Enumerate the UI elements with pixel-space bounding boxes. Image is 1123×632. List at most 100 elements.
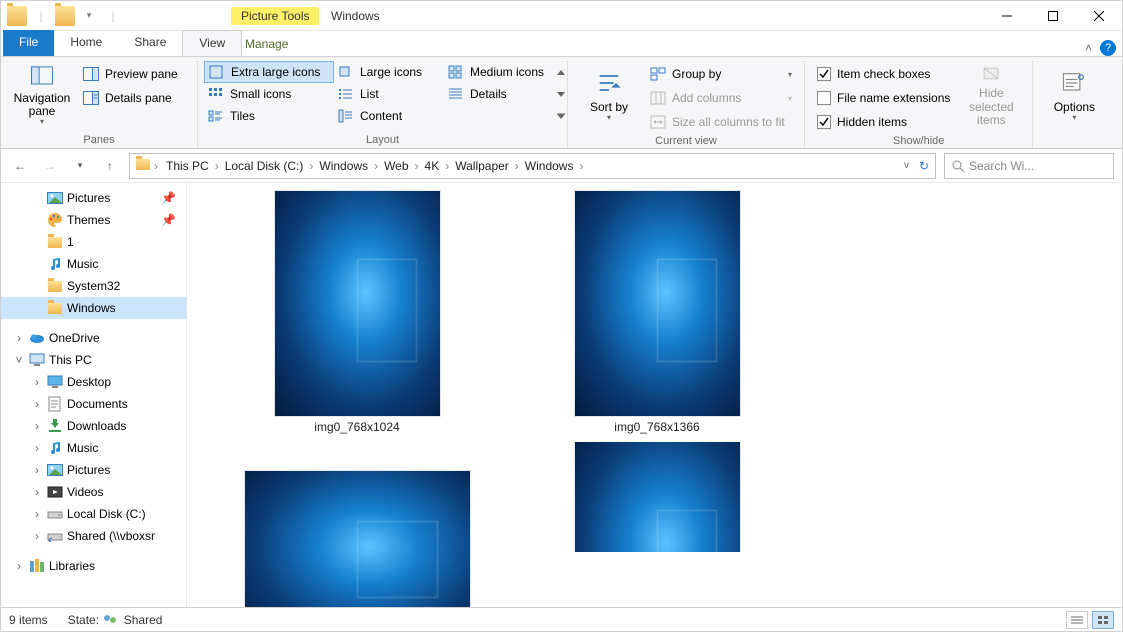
tree-item[interactable]: ›Music — [1, 437, 186, 459]
breadcrumb-segment[interactable]: Windows — [315, 157, 372, 175]
file-extensions-toggle[interactable]: File name extensions — [813, 87, 954, 109]
maximize-button[interactable] — [1030, 1, 1076, 31]
chevron-right-icon[interactable]: › — [213, 159, 221, 173]
breadcrumb-segment[interactable]: 4K — [421, 157, 444, 175]
share-tab[interactable]: Share — [118, 30, 182, 56]
breadcrumb-segment[interactable]: Wallpaper — [451, 157, 513, 175]
navigation-pane-button[interactable]: Navigation pane ▾ — [7, 61, 77, 131]
wallpaper-image — [275, 191, 440, 416]
thumbnails-view-toggle[interactable] — [1092, 611, 1114, 629]
home-tab[interactable]: Home — [54, 30, 118, 56]
minimize-button[interactable] — [984, 1, 1030, 31]
expander-icon[interactable]: › — [13, 331, 25, 345]
details-view-button[interactable]: Details — [444, 83, 554, 105]
expander-icon[interactable]: › — [31, 529, 43, 543]
file-item[interactable]: img0_1024x768 — [207, 442, 507, 607]
content-button[interactable]: Content — [334, 105, 444, 127]
tree-item[interactable]: Pictures📌 — [1, 187, 186, 209]
hidden-items-toggle[interactable]: Hidden items — [813, 111, 954, 133]
item-checkboxes-toggle[interactable]: Item check boxes — [813, 63, 954, 85]
tree-item[interactable]: 1 — [1, 231, 186, 253]
manage-tab[interactable]: Manage — [231, 32, 302, 56]
chevron-right-icon[interactable]: › — [413, 159, 421, 173]
file-item[interactable] — [507, 442, 807, 552]
address-bar[interactable]: › This PC›Local Disk (C:)›Windows›Web›4K… — [129, 153, 936, 179]
quick-access-toolbar: | ▾ | — [1, 6, 123, 26]
tree-item[interactable]: ›Videos — [1, 481, 186, 503]
breadcrumb-segment[interactable]: Windows — [521, 157, 578, 175]
file-item[interactable]: img0_768x1366 — [507, 191, 807, 434]
tree-item[interactable]: ›Downloads — [1, 415, 186, 437]
tree-item[interactable]: Music — [1, 253, 186, 275]
expander-icon[interactable]: ˅ — [13, 353, 25, 367]
tree-item[interactable]: ›Local Disk (C:) — [1, 503, 186, 525]
back-button[interactable]: ← — [9, 155, 31, 177]
sort-by-button[interactable]: Sort by ▾ — [574, 61, 644, 131]
expander-icon[interactable]: › — [31, 485, 43, 499]
tree-item[interactable]: ›Documents — [1, 393, 186, 415]
chevron-right-icon[interactable]: › — [443, 159, 451, 173]
tiles-button[interactable]: Tiles — [204, 105, 334, 127]
tree-item[interactable]: Windows — [1, 297, 186, 319]
forward-button[interactable]: → — [39, 155, 61, 177]
expander-icon[interactable]: › — [31, 419, 43, 433]
hide-selected-items-button[interactable]: Hide selected items — [956, 61, 1026, 131]
list-button[interactable]: List — [334, 83, 444, 105]
navigation-pane[interactable]: Pictures📌Themes📌1MusicSystem32Windows ›On… — [1, 183, 187, 607]
medium-icons-button[interactable]: Medium icons — [444, 61, 554, 83]
expander-icon[interactable]: › — [31, 375, 43, 389]
close-button[interactable] — [1076, 1, 1122, 31]
file-item[interactable]: img0_768x1024 — [207, 191, 507, 434]
file-tab[interactable]: File — [3, 30, 54, 56]
tree-item-label: Shared (\\vboxsr — [67, 529, 155, 543]
breadcrumb-segment[interactable]: This PC — [162, 157, 213, 175]
addr-dropdown-icon[interactable]: v — [904, 160, 917, 171]
scroll-down-icon[interactable] — [556, 91, 566, 98]
extra-large-icons-button[interactable]: Extra large icons — [204, 61, 334, 83]
expander-icon[interactable]: › — [31, 507, 43, 521]
themes-icon — [47, 212, 63, 228]
recent-locations-button[interactable]: ▾ — [69, 155, 91, 177]
add-columns-button[interactable]: Add columns ▾ — [646, 87, 796, 109]
breadcrumb-segment[interactable]: Web — [380, 157, 412, 175]
view-mode-buttons — [1066, 611, 1114, 629]
expander-icon[interactable]: › — [31, 397, 43, 411]
group-by-button[interactable]: Group by ▾ — [646, 63, 796, 85]
refresh-button[interactable]: ↻ — [919, 159, 935, 173]
expander-icon[interactable]: › — [31, 441, 43, 455]
chevron-right-icon[interactable]: › — [307, 159, 315, 173]
tree-item[interactable]: ›Libraries — [1, 555, 186, 577]
tree-item[interactable]: ›Desktop — [1, 371, 186, 393]
tree-item[interactable]: ˅ This PC — [1, 349, 186, 371]
small-icons-button[interactable]: Small icons — [204, 83, 334, 105]
pin-icon: 📌 — [161, 191, 186, 205]
tree-item[interactable]: Themes📌 — [1, 209, 186, 231]
new-folder-icon[interactable] — [55, 6, 75, 26]
expander-icon[interactable]: › — [13, 559, 25, 573]
tree-item-label: This PC — [49, 353, 92, 367]
pictures-icon — [47, 190, 63, 206]
qat-dropdown-icon[interactable]: ▾ — [79, 6, 99, 26]
help-icon[interactable]: ? — [1100, 40, 1116, 56]
tree-item[interactable]: ›Pictures — [1, 459, 186, 481]
options-button[interactable]: Options ▾ — [1039, 61, 1109, 131]
size-all-columns-button[interactable]: Size all columns to fit — [646, 111, 796, 133]
collapse-ribbon-icon[interactable]: ˄ — [1085, 41, 1092, 55]
tree-item[interactable]: › Shared (\\vboxsr — [1, 525, 186, 547]
expand-gallery-icon[interactable] — [556, 113, 566, 120]
chevron-right-icon[interactable]: › — [372, 159, 380, 173]
tree-item[interactable]: ›OneDrive — [1, 327, 186, 349]
expander-icon[interactable]: › — [31, 463, 43, 477]
tree-item[interactable]: System32 — [1, 275, 186, 297]
scroll-up-icon[interactable] — [556, 69, 566, 76]
details-view-toggle[interactable] — [1066, 611, 1088, 629]
details-pane-button[interactable]: Details pane — [79, 87, 189, 109]
chevron-right-icon[interactable]: › — [577, 159, 585, 173]
up-button[interactable]: ↑ — [99, 155, 121, 177]
chevron-right-icon[interactable]: › — [513, 159, 521, 173]
file-content-area[interactable]: img0_768x1024img0_768x1366img0_1024x768 — [187, 183, 1122, 607]
breadcrumb-segment[interactable]: Local Disk (C:) — [221, 157, 308, 175]
large-icons-button[interactable]: Large icons — [334, 61, 444, 83]
preview-pane-button[interactable]: Preview pane — [79, 63, 189, 85]
search-box[interactable]: Search Wi... — [944, 153, 1114, 179]
